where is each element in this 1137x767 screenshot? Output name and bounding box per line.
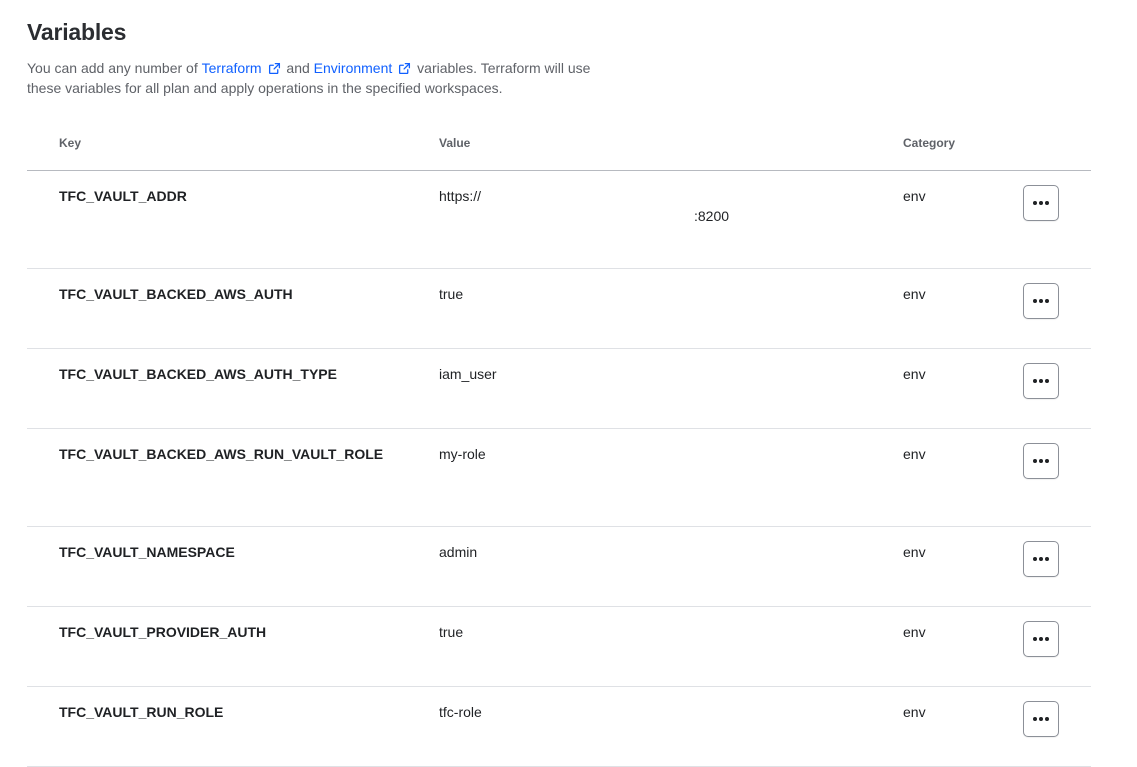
- row-actions-cell: [1023, 268, 1091, 349]
- page-title: Variables: [27, 19, 127, 45]
- header-spacer: [27, 129, 59, 171]
- row-more-actions-button[interactable]: [1023, 621, 1059, 657]
- table-row: TFC_VAULT_BACKED_AWS_RUN_VAULT_ROLE my-ro…: [27, 428, 1091, 527]
- more-horizontal-icon: [1033, 557, 1049, 561]
- row-more-actions-button[interactable]: [1023, 701, 1059, 737]
- row-more-actions-button[interactable]: [1023, 185, 1059, 221]
- row-spacer: [27, 526, 59, 607]
- variable-value-text: https://: [439, 188, 482, 204]
- column-header-value: Value: [439, 129, 903, 171]
- table-row: TFC_VAULT_ADDR https:// :8200 env: [27, 170, 1091, 269]
- table-row: TFC_VAULT_RUN_ROLE tfc-role env: [27, 686, 1091, 767]
- variable-value-text: my-role: [439, 446, 486, 462]
- variable-value: tfc-role: [439, 686, 903, 767]
- row-actions-cell: [1023, 170, 1091, 269]
- row-more-actions-button[interactable]: [1023, 541, 1059, 577]
- terraform-link-label: Terraform: [201, 60, 262, 76]
- row-actions-cell: [1023, 348, 1091, 429]
- column-header-key: Key: [59, 129, 439, 171]
- row-more-actions-button[interactable]: [1023, 283, 1059, 319]
- row-spacer: [27, 170, 59, 269]
- variable-value-text: iam_user: [439, 366, 497, 382]
- row-actions-cell: [1023, 428, 1091, 527]
- row-spacer: [27, 268, 59, 349]
- row-spacer: [27, 686, 59, 767]
- more-horizontal-icon: [1033, 717, 1049, 721]
- environment-link-label: Environment: [313, 60, 393, 76]
- header-actions-spacer: [1023, 129, 1091, 171]
- variable-category: env: [903, 428, 1023, 527]
- more-horizontal-icon: [1033, 637, 1049, 641]
- row-spacer: [27, 428, 59, 527]
- variable-key: TFC_VAULT_BACKED_AWS_AUTH_TYPE: [59, 348, 439, 429]
- more-horizontal-icon: [1033, 201, 1049, 205]
- table-row: TFC_VAULT_NAMESPACE admin env: [27, 526, 1091, 607]
- variable-category: env: [903, 170, 1023, 269]
- row-spacer: [27, 348, 59, 429]
- variable-value: iam_user: [439, 348, 903, 429]
- variable-key: TFC_VAULT_PROVIDER_AUTH: [59, 606, 439, 687]
- more-horizontal-icon: [1033, 459, 1049, 463]
- table-row: TFC_VAULT_BACKED_AWS_AUTH true env: [27, 268, 1091, 349]
- variable-value-text: admin: [439, 544, 478, 560]
- desc-prefix: You can add any number of: [27, 60, 198, 76]
- variable-key: TFC_VAULT_BACKED_AWS_RUN_VAULT_ROLE: [59, 428, 439, 527]
- row-actions-cell: [1023, 686, 1091, 767]
- variable-value-text: true: [439, 286, 464, 302]
- terraform-variables-link[interactable]: Terraform: [202, 58, 283, 78]
- external-link-icon: [399, 62, 411, 74]
- variable-category: env: [903, 606, 1023, 687]
- variable-key: TFC_VAULT_RUN_ROLE: [59, 686, 439, 767]
- environment-variables-link[interactable]: Environment: [314, 58, 414, 78]
- variable-value-text: tfc-role: [439, 704, 482, 720]
- row-actions-cell: [1023, 606, 1091, 687]
- more-horizontal-icon: [1033, 299, 1049, 303]
- row-actions-cell: [1023, 526, 1091, 607]
- variable-category: env: [903, 348, 1023, 429]
- row-more-actions-button[interactable]: [1023, 363, 1059, 399]
- table-row: TFC_VAULT_BACKED_AWS_AUTH_TYPE iam_user en…: [27, 348, 1091, 429]
- table-header-row: Key Value Category: [27, 129, 1091, 171]
- more-horizontal-icon: [1033, 379, 1049, 383]
- variable-value: https:// :8200: [439, 170, 903, 269]
- column-header-category: Category: [903, 129, 1023, 171]
- variable-value: true: [439, 606, 903, 687]
- variables-page: Variables You can add any number of Terr…: [0, 0, 1137, 767]
- variable-category: env: [903, 526, 1023, 607]
- desc-and: and: [286, 60, 310, 76]
- variable-key: TFC_VAULT_ADDR: [59, 170, 439, 269]
- external-link-icon: [268, 62, 280, 74]
- variable-key: TFC_VAULT_BACKED_AWS_AUTH: [59, 268, 439, 349]
- variable-value: admin: [439, 526, 903, 607]
- row-spacer: [27, 606, 59, 687]
- variable-key: TFC_VAULT_NAMESPACE: [59, 526, 439, 607]
- row-more-actions-button[interactable]: [1023, 443, 1059, 479]
- variable-category: env: [903, 268, 1023, 349]
- table-row: TFC_VAULT_PROVIDER_AUTH true env: [27, 606, 1091, 687]
- variable-value: my-role: [439, 428, 903, 527]
- variables-table: Key Value Category TFC_VAULT_ADDR https:/…: [27, 129, 1091, 767]
- variable-value-text-line2: :8200: [694, 208, 730, 224]
- variable-category: env: [903, 686, 1023, 767]
- variable-value: true: [439, 268, 903, 349]
- page-description: You can add any number of Terraform and …: [27, 58, 597, 98]
